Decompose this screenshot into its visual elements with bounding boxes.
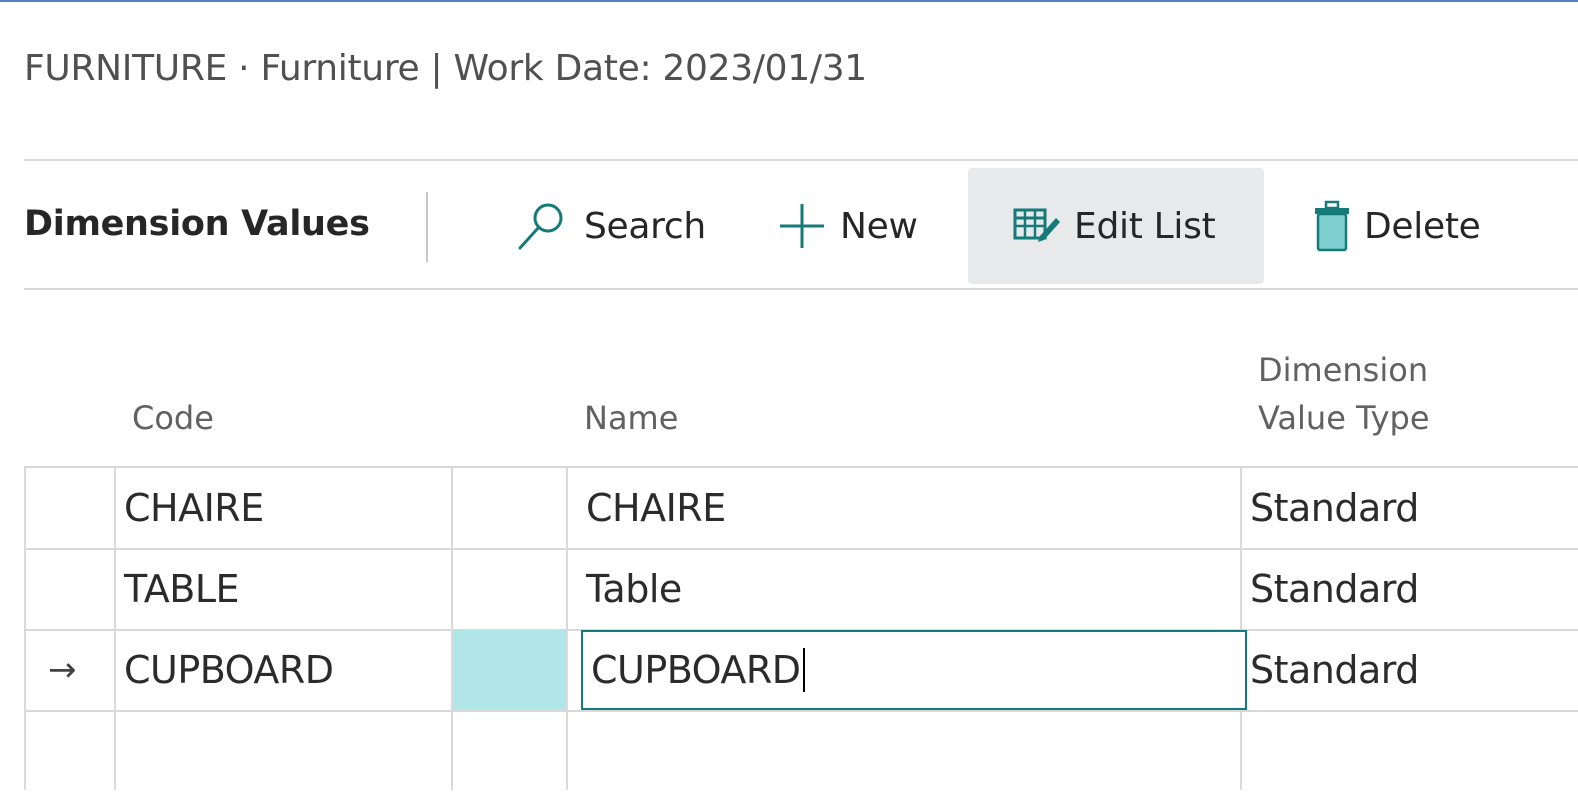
grid-vline bbox=[114, 466, 116, 790]
window-top-border bbox=[0, 0, 1578, 2]
text-caret bbox=[802, 647, 805, 692]
header-separator bbox=[24, 159, 1578, 161]
cell-code[interactable]: TABLE bbox=[124, 549, 240, 629]
search-button[interactable]: Search bbox=[512, 168, 706, 284]
plus-icon bbox=[776, 200, 828, 252]
delete-label: Delete bbox=[1364, 205, 1481, 247]
edit-list-button[interactable]: Edit List bbox=[968, 168, 1264, 284]
new-button[interactable]: New bbox=[776, 168, 918, 284]
search-icon bbox=[512, 196, 572, 256]
new-label: New bbox=[840, 205, 918, 247]
cell-code[interactable]: CUPBOARD bbox=[124, 630, 334, 710]
grid-vline bbox=[566, 466, 568, 790]
company-context-bar: FURNITURE · Furniture | Work Date: 2023/… bbox=[24, 48, 867, 89]
cell-name[interactable]: CHAIRE bbox=[586, 468, 726, 548]
name-edit-field[interactable]: CUPBOARD bbox=[581, 630, 1247, 710]
title-divider bbox=[426, 192, 428, 262]
edit-list-label: Edit List bbox=[1074, 205, 1216, 247]
edit-list-icon bbox=[1012, 204, 1062, 248]
cell-name[interactable]: Table bbox=[586, 549, 682, 629]
cell-dimension-value-type[interactable]: Standard bbox=[1250, 630, 1419, 710]
cell-dimension-value-type[interactable]: Standard bbox=[1250, 468, 1419, 548]
cell-code[interactable]: CHAIRE bbox=[124, 468, 264, 548]
trash-icon bbox=[1312, 198, 1352, 254]
delete-button[interactable]: Delete bbox=[1312, 168, 1481, 284]
column-header-dimension-value-type[interactable]: Dimension Value Type bbox=[1258, 346, 1430, 442]
page-title: Dimension Values bbox=[24, 204, 370, 244]
current-row-arrow-icon: → bbox=[48, 650, 77, 690]
new-row-code-cell[interactable] bbox=[124, 712, 444, 792]
column-header-line: Value Type bbox=[1258, 399, 1430, 437]
name-edit-value: CUPBOARD bbox=[591, 648, 801, 692]
cell-dimension-value-type[interactable]: Standard bbox=[1250, 549, 1419, 629]
column-header-line: Dimension bbox=[1258, 351, 1429, 389]
grid-vline bbox=[24, 466, 26, 790]
column-header-name[interactable]: Name bbox=[584, 394, 678, 442]
column-header-code[interactable]: Code bbox=[132, 394, 214, 442]
grid-vline bbox=[451, 466, 453, 790]
search-label: Search bbox=[584, 205, 706, 247]
new-row-name-cell[interactable] bbox=[586, 712, 1226, 792]
action-bar-separator bbox=[24, 288, 1578, 290]
selected-cell-highlight bbox=[453, 630, 566, 710]
grid-vline bbox=[1240, 466, 1242, 790]
